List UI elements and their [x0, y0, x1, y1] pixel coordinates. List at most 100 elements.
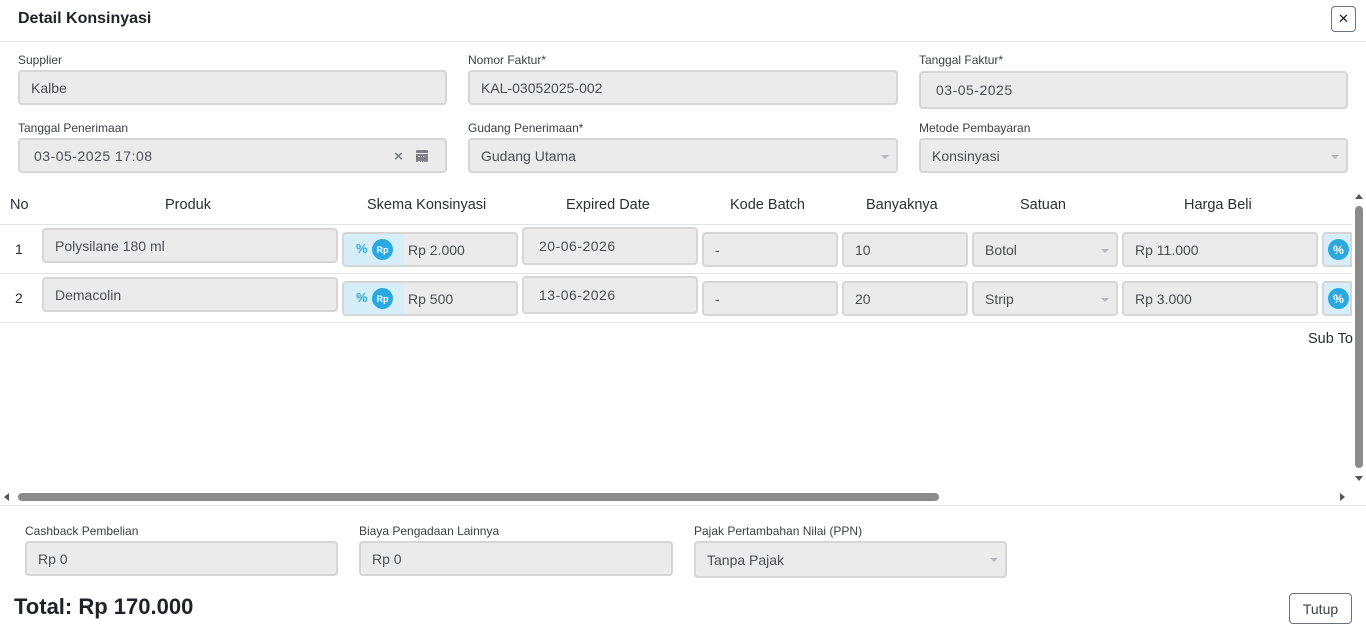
table-divider — [0, 273, 1352, 274]
supplier-field[interactable]: Kalbe — [18, 70, 447, 105]
tanggal-penerimaan-label: Tanggal Penerimaan — [18, 121, 129, 135]
ppn-select[interactable]: Tanpa Pajak — [694, 541, 1007, 578]
column-header-produk: Produk — [165, 197, 211, 213]
kode-batch-field[interactable]: - — [702, 281, 838, 316]
produk-value: Polysilane 180 ml — [55, 237, 165, 254]
rupiah-icon[interactable]: Rp — [372, 288, 393, 309]
produk-field[interactable]: Polysilane 180 ml — [42, 228, 338, 263]
chevron-down-icon — [990, 558, 998, 562]
discount-type-toggle[interactable]: % Rp — [344, 283, 404, 314]
scrollbar-thumb[interactable] — [18, 493, 939, 501]
cashback-value: Rp 0 — [38, 550, 68, 567]
discount-type-toggle[interactable]: % — [1322, 232, 1352, 267]
chevron-down-icon — [1331, 155, 1339, 159]
skema-konsinyasi-field[interactable]: % Rp Rp 2.000 — [342, 232, 518, 267]
column-header-no: No — [10, 197, 29, 213]
column-header-banyaknya: Banyaknya — [866, 197, 938, 213]
modal-header: Detail Konsinyasi ✕ — [0, 0, 1366, 42]
percent-icon[interactable]: % — [1328, 239, 1349, 260]
row-number: 1 — [15, 241, 23, 257]
metode-pembayaran-label: Metode Pembayaran — [919, 121, 1031, 135]
gudang-penerimaan-label: Gudang Penerimaan* — [468, 121, 584, 135]
satuan-select[interactable]: Strip — [972, 281, 1118, 316]
scroll-up-icon[interactable] — [1355, 194, 1363, 199]
skema-value: Rp 2.000 — [408, 242, 465, 258]
chevron-down-icon — [1101, 298, 1109, 302]
footer-divider — [0, 505, 1366, 506]
tanggal-penerimaan-field[interactable]: 03-05-2025 17:08 × — [18, 138, 447, 173]
column-header-skema: Skema Konsinyasi — [367, 197, 487, 213]
produk-value: Demacolin — [55, 286, 122, 303]
banyaknya-field[interactable]: 10 — [842, 232, 968, 267]
nomor-faktur-field[interactable]: KAL-03052025-002 — [468, 70, 898, 105]
expired-date-field[interactable]: 13-06-2026 — [522, 276, 698, 314]
close-button[interactable]: ✕ — [1331, 6, 1356, 32]
tanggal-faktur-field[interactable]: 03-05-2025 — [919, 71, 1348, 109]
harga-beli-field[interactable]: Rp 11.000 — [1122, 232, 1318, 267]
metode-pembayaran-select[interactable]: Konsinyasi — [919, 138, 1348, 173]
metode-pembayaran-value: Konsinyasi — [932, 147, 1000, 164]
percent-icon[interactable]: % — [356, 290, 368, 305]
column-header-batch: Kode Batch — [730, 197, 805, 213]
scroll-down-icon[interactable] — [1355, 476, 1363, 481]
table-divider — [0, 224, 1352, 225]
close-icon: ✕ — [1338, 11, 1349, 26]
scroll-right-icon[interactable] — [1340, 493, 1345, 501]
supplier-value: Kalbe — [31, 79, 67, 96]
tutup-button[interactable]: Tutup — [1289, 593, 1352, 624]
banyaknya-field[interactable]: 20 — [842, 281, 968, 316]
chevron-down-icon — [1101, 249, 1109, 253]
rupiah-icon[interactable]: Rp — [372, 239, 393, 260]
modal-title: Detail Konsinyasi — [18, 10, 152, 27]
biaya-field[interactable]: Rp 0 — [359, 541, 673, 576]
column-header-satuan: Satuan — [1020, 197, 1066, 213]
satuan-value: Strip — [985, 290, 1014, 307]
gudang-penerimaan-value: Gudang Utama — [481, 147, 576, 164]
kode-batch-value: - — [715, 241, 720, 258]
expired-date-value: 20-06-2026 — [539, 238, 616, 254]
nomor-faktur-value: KAL-03052025-002 — [481, 79, 603, 96]
discount-type-toggle[interactable]: % — [1322, 281, 1352, 316]
biaya-value: Rp 0 — [372, 550, 402, 567]
scrollbar-thumb[interactable] — [1355, 206, 1363, 468]
ppn-label: Pajak Pertambahan Nilai (PPN) — [694, 524, 863, 538]
ppn-value: Tanpa Pajak — [707, 551, 785, 568]
calendar-icon[interactable] — [416, 150, 428, 162]
subtotal-label: Sub To — [1308, 331, 1353, 347]
gudang-penerimaan-select[interactable]: Gudang Utama — [468, 138, 898, 173]
tanggal-faktur-label: Tanggal Faktur* — [919, 53, 1004, 67]
banyaknya-value: 20 — [855, 290, 871, 307]
vertical-scrollbar[interactable] — [1353, 190, 1366, 500]
product-table: No Produk Skema Konsinyasi Expired Date … — [0, 190, 1366, 505]
column-header-expired: Expired Date — [566, 197, 650, 213]
cashback-field[interactable]: Rp 0 — [25, 541, 338, 576]
harga-beli-value: Rp 11.000 — [1135, 241, 1199, 258]
kode-batch-field[interactable]: - — [702, 232, 838, 267]
column-header-harga: Harga Beli — [1184, 197, 1252, 213]
tanggal-faktur-value: 03-05-2025 — [936, 82, 1013, 98]
cashback-label: Cashback Pembelian — [25, 524, 139, 538]
percent-icon[interactable]: % — [356, 241, 368, 256]
table-divider — [0, 322, 1352, 323]
satuan-value: Botol — [985, 241, 1017, 258]
row-number: 2 — [15, 290, 23, 306]
discount-type-toggle[interactable]: % Rp — [344, 234, 404, 265]
expired-date-value: 13-06-2026 — [539, 287, 616, 303]
chevron-down-icon — [881, 155, 889, 159]
expired-date-field[interactable]: 20-06-2026 — [522, 227, 698, 265]
harga-beli-field[interactable]: Rp 3.000 — [1122, 281, 1318, 316]
percent-icon[interactable]: % — [1328, 288, 1349, 309]
harga-beli-value: Rp 3.000 — [1135, 290, 1192, 307]
total-amount: Total: Rp 170.000 — [14, 594, 194, 619]
supplier-label: Supplier — [18, 53, 63, 67]
banyaknya-value: 10 — [855, 241, 871, 258]
scroll-left-icon[interactable] — [4, 493, 9, 501]
clear-icon[interactable]: × — [394, 148, 403, 165]
konsinyasi-detail-modal: Detail Konsinyasi ✕ Supplier Kalbe Nomor… — [0, 0, 1366, 639]
biaya-label: Biaya Pengadaan Lainnya — [359, 524, 500, 538]
satuan-select[interactable]: Botol — [972, 232, 1118, 267]
tanggal-penerimaan-value: 03-05-2025 17:08 — [34, 147, 153, 164]
skema-konsinyasi-field[interactable]: % Rp Rp 500 — [342, 281, 518, 316]
horizontal-scrollbar[interactable] — [0, 490, 1352, 504]
produk-field[interactable]: Demacolin — [42, 277, 338, 312]
